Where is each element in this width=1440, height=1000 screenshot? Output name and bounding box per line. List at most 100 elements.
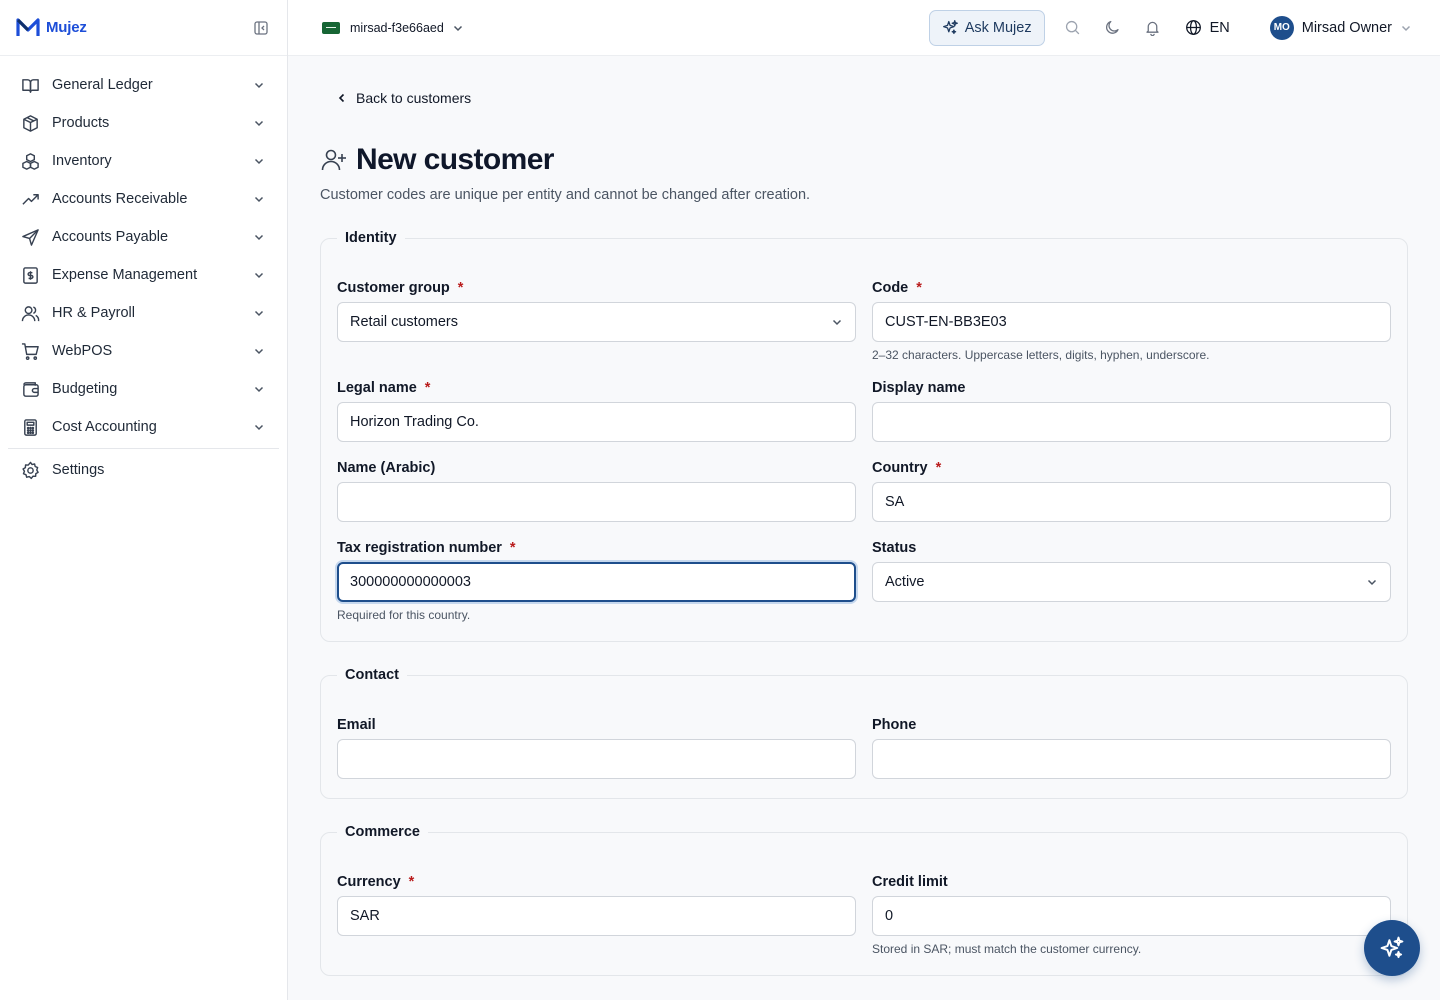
required-marker: * [935, 460, 942, 476]
code-input[interactable]: CUST-EN-BB3E03 [872, 302, 1391, 342]
currency-field: Currency * SAR [337, 872, 856, 936]
required-marker: * [424, 380, 431, 396]
tax-number-field: Tax registration number * 300000000000003… [337, 538, 856, 622]
sidebar-item-webpos[interactable]: WebPOS [8, 332, 279, 370]
entity-switcher[interactable]: mirsad-f3e66aed [314, 15, 472, 41]
send-icon [20, 227, 40, 247]
identity-section: Identity Customer group * Retail customer… [320, 230, 1408, 642]
field-label: Country [872, 460, 928, 476]
sidebar: Mujez General Ledger Products Inventory … [0, 0, 288, 1000]
phone-field: Phone [872, 715, 1391, 779]
cart-icon [20, 341, 40, 361]
currency-input[interactable]: SAR [337, 896, 856, 936]
sidebar-item-cost-accounting[interactable]: Cost Accounting [8, 408, 279, 446]
sidebar-item-label: Products [52, 115, 110, 131]
customer-group-select[interactable]: Retail customers [337, 302, 856, 342]
email-input[interactable] [337, 739, 856, 779]
moon-icon[interactable] [1095, 10, 1131, 46]
name-arabic-field: Name (Arabic) [337, 458, 856, 522]
trending-up-icon [20, 189, 40, 209]
display-name-input[interactable] [872, 402, 1391, 442]
sidebar-item-label: WebPOS [52, 343, 113, 359]
legal-name-field: Legal name * Horizon Trading Co. [337, 378, 856, 442]
contact-section: Contact Email Phone [320, 667, 1408, 799]
section-legend: Identity [345, 230, 397, 246]
boxes-icon [20, 151, 40, 171]
bell-icon[interactable] [1135, 10, 1171, 46]
user-menu[interactable]: MO Mirsad Owner [1269, 15, 1412, 40]
sidebar-item-general-ledger[interactable]: General Ledger [8, 66, 279, 104]
sidebar-item-label: Accounts Payable [52, 229, 169, 245]
page-title: New customer [356, 143, 554, 176]
sidebar-item-budgeting[interactable]: Budgeting [8, 370, 279, 408]
package-icon [20, 113, 40, 133]
topbar: mirsad-f3e66aed Ask Mujez EN MO Mirsad O… [288, 0, 1440, 56]
user-name: Mirsad Owner [1301, 19, 1392, 36]
entity-name: mirsad-f3e66aed [350, 20, 444, 35]
search-icon[interactable] [1055, 10, 1091, 46]
field-label: Code [872, 280, 909, 296]
input-value: SA [885, 494, 905, 510]
required-marker: * [509, 540, 516, 556]
section-legend: Contact [345, 667, 399, 683]
country-field: Country * SA [872, 458, 1391, 522]
sidebar-item-products[interactable]: Products [8, 104, 279, 142]
field-label: Display name [872, 380, 966, 396]
customer-group-field: Customer group * Retail customers [337, 278, 856, 342]
sidebar-item-accounts-receivable[interactable]: Accounts Receivable [8, 180, 279, 218]
credit-limit-input[interactable]: 0 [872, 896, 1391, 936]
chevron-down-icon [1366, 576, 1378, 588]
sidebar-item-settings[interactable]: Settings [8, 451, 279, 489]
input-value: 300000000000003 [350, 574, 471, 590]
select-value: Active [885, 574, 925, 590]
name-arabic-input[interactable] [337, 482, 856, 522]
language-label: EN [1209, 19, 1230, 36]
sidebar-item-label: General Ledger [52, 77, 153, 93]
sidebar-item-label: Expense Management [52, 267, 198, 283]
user-plus-icon [320, 146, 348, 174]
phone-input[interactable] [872, 739, 1391, 779]
code-field: Code * CUST-EN-BB3E03 2–32 characters. Up… [872, 278, 1391, 362]
chevron-down-icon [253, 382, 267, 396]
required-marker: * [457, 280, 464, 296]
country-input[interactable]: SA [872, 482, 1391, 522]
input-value: SAR [350, 908, 380, 924]
collapse-sidebar-icon[interactable] [251, 18, 271, 38]
status-select[interactable]: Active [872, 562, 1391, 602]
chevron-down-icon [253, 116, 267, 130]
tax-number-input[interactable]: 300000000000003 [337, 562, 856, 602]
sidebar-item-inventory[interactable]: Inventory [8, 142, 279, 180]
ask-mujez-label: Ask Mujez [964, 19, 1032, 36]
users-icon [20, 303, 40, 323]
wallet-icon [20, 379, 40, 399]
field-label: Currency [337, 874, 401, 890]
brand-name: Mujez [46, 19, 87, 36]
email-field: Email [337, 715, 856, 779]
chevron-down-icon [253, 268, 267, 282]
chevron-left-icon [336, 92, 348, 104]
input-value: Horizon Trading Co. [350, 414, 479, 430]
back-to-customers-link[interactable]: Back to customers [336, 90, 471, 106]
sidebar-nav: General Ledger Products Inventory Accoun… [0, 56, 287, 489]
sidebar-divider [8, 448, 279, 449]
legal-name-input[interactable]: Horizon Trading Co. [337, 402, 856, 442]
sidebar-item-hr-payroll[interactable]: HR & Payroll [8, 294, 279, 332]
field-label: Status [872, 540, 917, 556]
commerce-section: Commerce Currency * SAR Credit limit 0 St… [320, 824, 1408, 976]
required-marker: * [408, 874, 415, 890]
mujez-logo-icon [16, 17, 40, 36]
back-link-label: Back to customers [356, 90, 472, 106]
ask-mujez-fab[interactable] [1364, 920, 1420, 976]
chevron-down-icon [831, 316, 843, 328]
sidebar-item-label: HR & Payroll [52, 305, 135, 321]
main-content: Back to customers New customer Customer … [288, 57, 1440, 1000]
sidebar-item-expense-management[interactable]: Expense Management [8, 256, 279, 294]
sparkles-icon [942, 19, 959, 36]
saudi-flag-icon [322, 21, 340, 34]
language-switcher[interactable]: EN [1185, 19, 1230, 36]
sidebar-item-accounts-payable[interactable]: Accounts Payable [8, 218, 279, 256]
field-label: Phone [872, 717, 917, 733]
page-subtitle: Customer codes are unique per entity and… [320, 187, 811, 203]
book-open-icon [20, 75, 40, 95]
ask-mujez-button[interactable]: Ask Mujez [928, 9, 1045, 46]
